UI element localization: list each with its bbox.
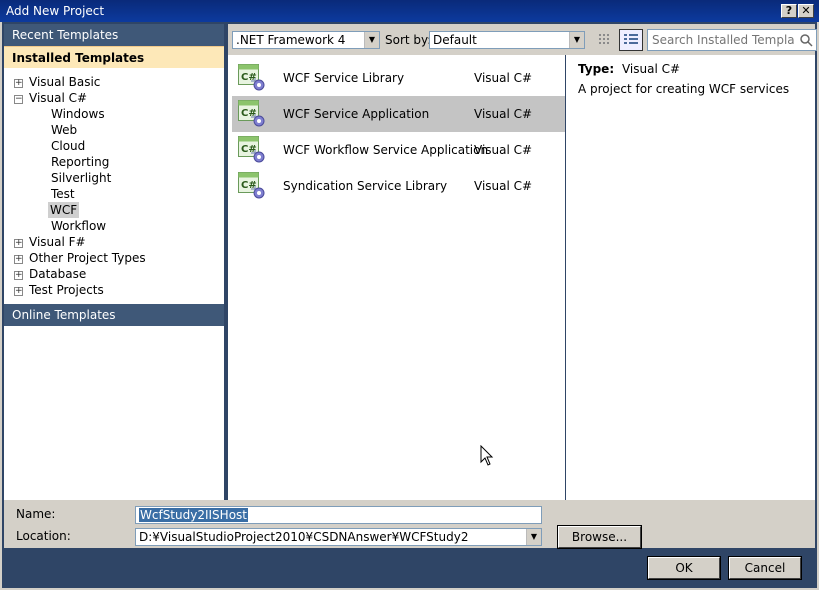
dropdown-arrow-icon[interactable]: ▼	[569, 32, 584, 48]
template-language: Visual C#	[474, 107, 533, 121]
template-language: Visual C#	[474, 143, 533, 157]
template-name: WCF Service Application	[283, 107, 430, 121]
tree-item-windows[interactable]: Windows	[51, 106, 105, 122]
recent-templates-header[interactable]: Recent Templates	[4, 24, 224, 46]
tree-item-test-projects[interactable]: + Test Projects	[14, 282, 104, 298]
template-details-pane: Type: Visual C# A project for creating W…	[566, 55, 815, 500]
window-title: Add New Project	[6, 4, 105, 18]
ok-button[interactable]: OK	[647, 556, 721, 580]
tree-item-visual-basic[interactable]: + Visual Basic	[14, 74, 100, 90]
help-button[interactable]: ?	[781, 4, 797, 18]
name-value: WcfStudy2IISHost	[139, 508, 248, 522]
template-row[interactable]: C# WCF Workflow Service Application Visual…	[232, 132, 565, 168]
project-form: Name: WcfStudy2IISHost Location: D:¥Visu…	[4, 500, 815, 549]
details-description: A project for creating WCF services	[578, 82, 790, 96]
tree-item-workflow[interactable]: Workflow	[51, 218, 106, 234]
online-templates-header[interactable]: Online Templates	[4, 304, 224, 326]
template-categories-pane: Recent Templates Installed Templates + Vi…	[4, 24, 224, 500]
close-button[interactable]: ✕	[798, 4, 814, 18]
name-label: Name:	[16, 507, 56, 521]
expand-icon[interactable]: +	[14, 239, 23, 248]
template-name: WCF Service Library	[283, 71, 405, 85]
search-input[interactable]	[648, 30, 794, 50]
template-language: Visual C#	[474, 179, 533, 193]
list-view-icon[interactable]	[619, 29, 643, 51]
template-row[interactable]: C# WCF Service Library Visual C#	[232, 60, 565, 96]
browse-button[interactable]: Browse...	[557, 525, 642, 549]
template-list: C# WCF Service Library Visual C# C# WCF Serv…	[228, 55, 565, 500]
expand-icon[interactable]: +	[14, 271, 23, 280]
type-label: Type:	[578, 62, 615, 76]
csharp-wcf-project-icon: C#	[238, 100, 266, 128]
tree-item-silverlight[interactable]: Silverlight	[51, 170, 111, 186]
collapse-icon[interactable]: −	[14, 95, 23, 104]
template-row[interactable]: C# WCF Service Application Visual C#	[232, 96, 565, 132]
type-value: Visual C#	[621, 62, 681, 76]
template-row[interactable]: C# Syndication Service Library Visual C#	[232, 168, 565, 204]
csharp-wcf-project-icon: C#	[238, 172, 266, 200]
tree-item-visual-fsharp[interactable]: + Visual F#	[14, 234, 86, 250]
csharp-wcf-project-icon: C#	[238, 64, 266, 92]
tree-item-test[interactable]: Test	[51, 186, 75, 202]
dropdown-arrow-icon[interactable]: ▼	[526, 529, 541, 545]
sort-by-label: Sort by:	[385, 33, 432, 47]
template-name: WCF Workflow Service Application	[283, 143, 489, 157]
expand-icon[interactable]: +	[14, 255, 23, 264]
name-field[interactable]: WcfStudy2IISHost	[135, 506, 542, 524]
mouse-cursor-icon	[480, 444, 494, 470]
template-name: Syndication Service Library	[283, 179, 448, 193]
search-icon[interactable]	[799, 33, 813, 50]
framework-select[interactable]: .NET Framework 4 ▼	[232, 31, 380, 49]
csharp-wcf-project-icon: C#	[238, 136, 266, 164]
location-label: Location:	[16, 529, 71, 543]
expand-icon[interactable]: +	[14, 287, 23, 296]
location-select[interactable]: D:¥VisualStudioProject2010¥CSDNAnswer¥WC…	[135, 528, 542, 546]
dropdown-arrow-icon[interactable]: ▼	[364, 32, 379, 48]
template-language: Visual C#	[474, 71, 533, 85]
details-type: Type: Visual C#	[578, 61, 680, 77]
expand-icon[interactable]: +	[14, 79, 23, 88]
cancel-button[interactable]: Cancel	[728, 556, 802, 580]
tree-item-wcf[interactable]: WCF	[48, 202, 80, 218]
search-box[interactable]	[647, 29, 817, 51]
tree-item-other-project-types[interactable]: + Other Project Types	[14, 250, 146, 266]
title-bar: Add New Project	[0, 0, 819, 22]
template-toolbar: .NET Framework 4 ▼ Sort by: Default ▼	[228, 24, 817, 55]
tree-item-web[interactable]: Web	[51, 122, 77, 138]
tree-item-cloud[interactable]: Cloud	[51, 138, 85, 154]
small-icons-view-icon[interactable]	[594, 30, 616, 50]
location-value: D:¥VisualStudioProject2010¥CSDNAnswer¥WC…	[139, 530, 469, 544]
installed-templates-header[interactable]: Installed Templates	[4, 46, 224, 68]
tree-item-visual-csharp[interactable]: − Visual C#	[14, 90, 87, 106]
tree-item-database[interactable]: + Database	[14, 266, 86, 282]
tree-item-reporting[interactable]: Reporting	[51, 154, 109, 170]
sort-by-select[interactable]: Default ▼	[429, 31, 585, 49]
